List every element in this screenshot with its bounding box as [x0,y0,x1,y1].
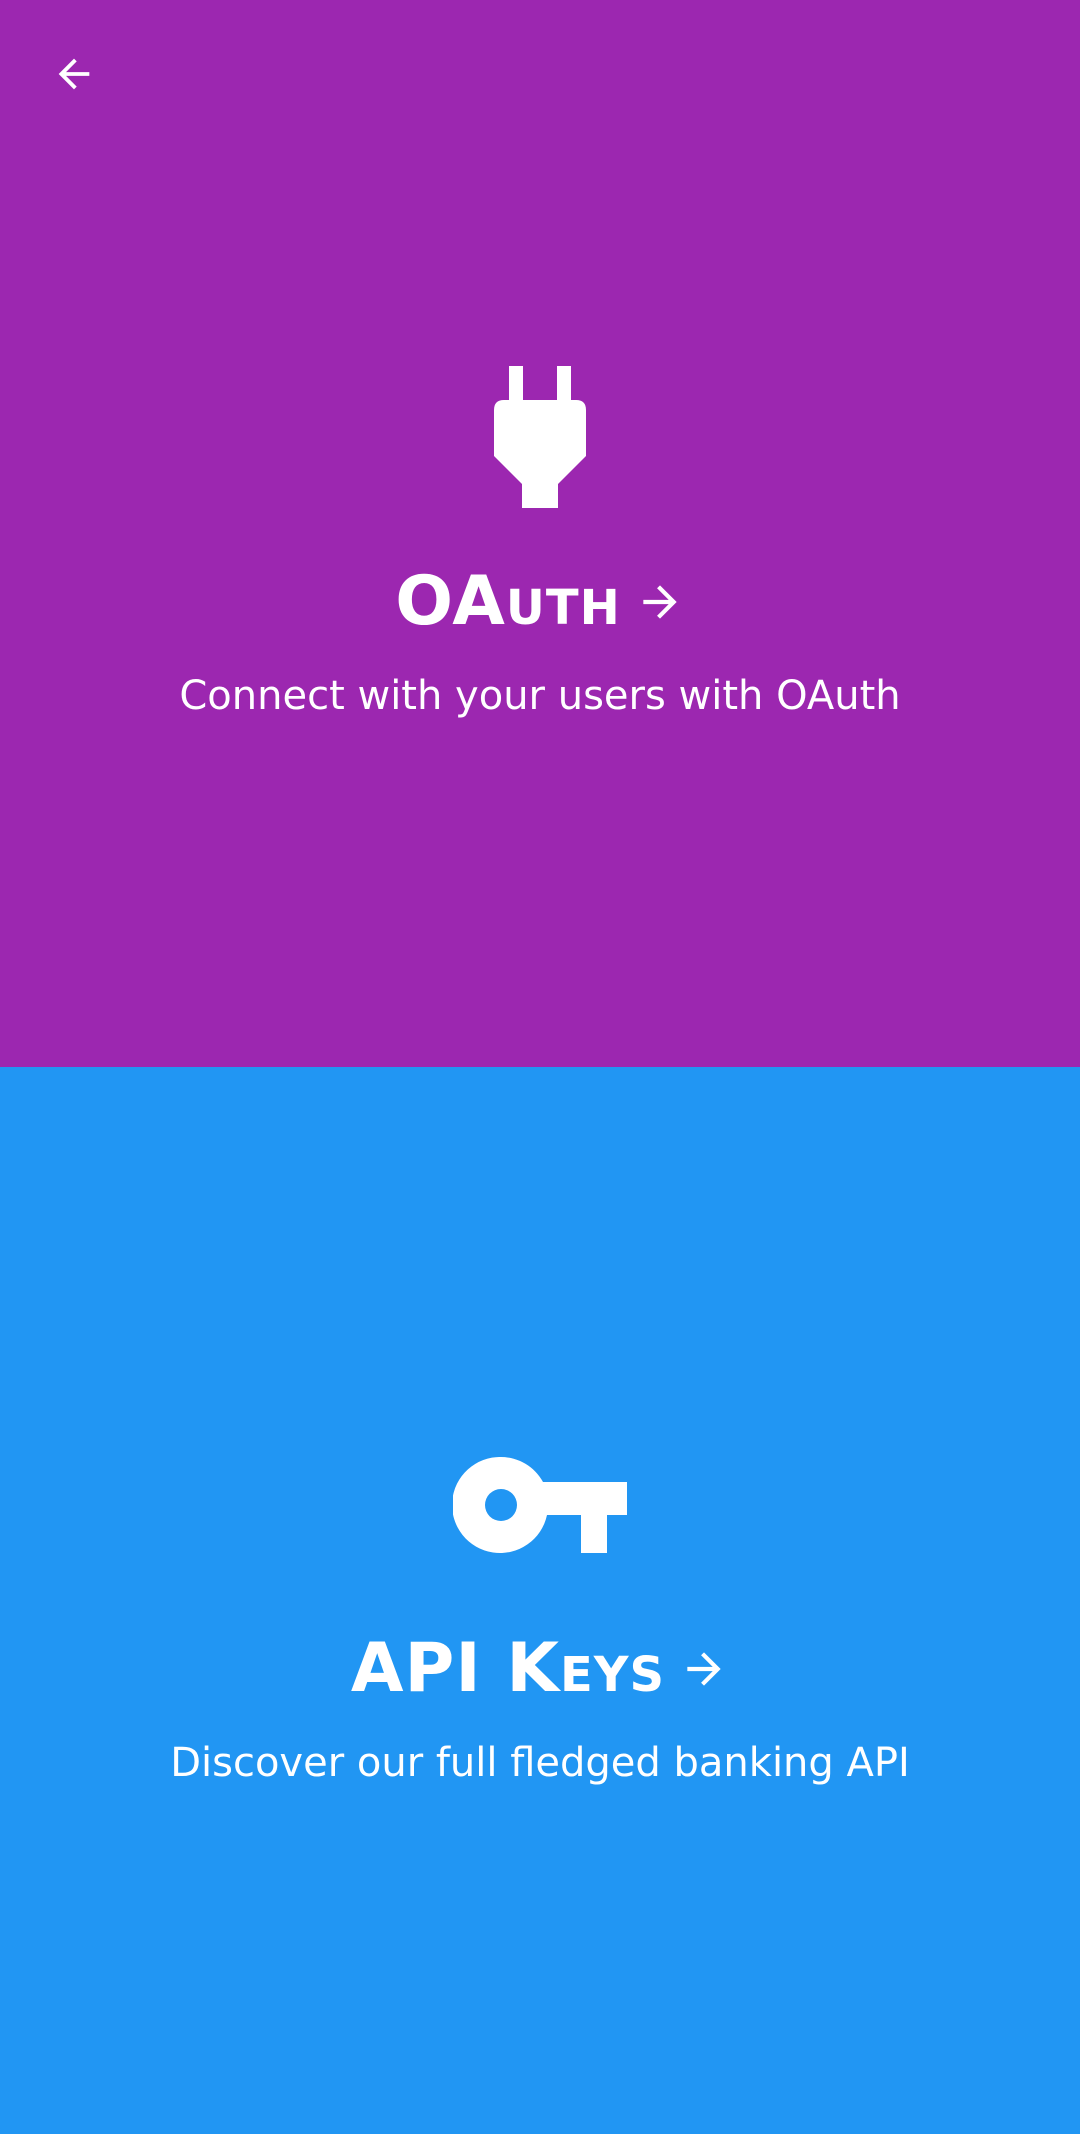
arrow-right-icon [679,1644,729,1694]
developer-options-screen: OAuth Connect with your users with OAuth… [0,0,1080,2134]
plug-icon-wrapper [0,366,1080,508]
key-icon-wrapper [0,1457,1080,1553]
oauth-title: OAuth [0,568,1080,636]
arrow-right-icon [635,577,685,627]
plug-icon [494,366,586,508]
arrow-left-icon [58,58,90,90]
back-button[interactable] [28,28,120,120]
api-keys-panel[interactable]: API Keys Discover our full fledged banki… [0,1067,1080,2134]
key-icon [453,1457,627,1553]
oauth-subtitle: Connect with your users with OAuth [179,673,901,719]
api-keys-title: API Keys [0,1635,1080,1703]
oauth-panel[interactable]: OAuth Connect with your users with OAuth [0,0,1080,1067]
oauth-title-text: OAuth [395,562,621,641]
api-keys-title-text: API Keys [350,1629,666,1708]
api-keys-subtitle: Discover our full fledged banking API [170,1740,910,1786]
